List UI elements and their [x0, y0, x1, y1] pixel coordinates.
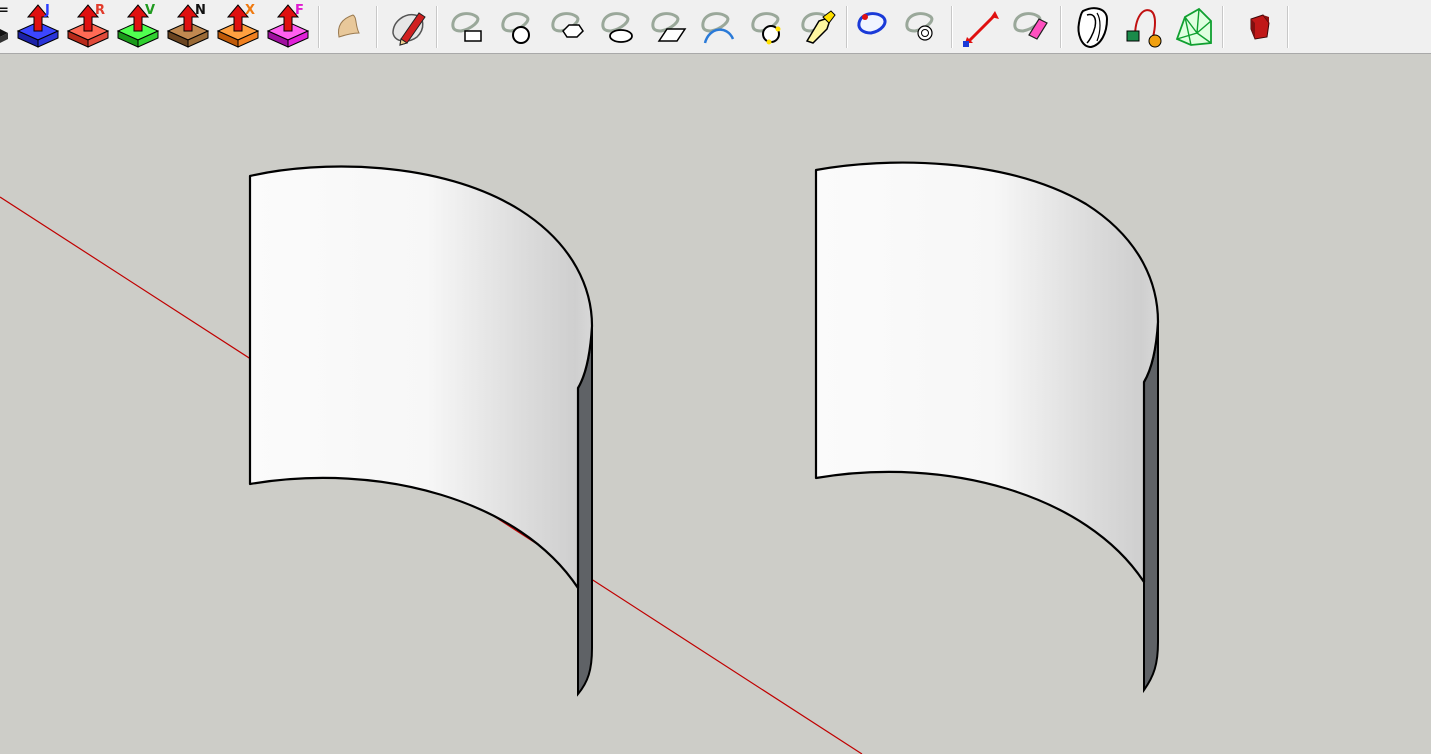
surface-ellipse-button[interactable] [597, 3, 643, 49]
push-pull-r-button[interactable]: R [65, 3, 111, 49]
surface-shape-button[interactable] [327, 3, 373, 49]
surface-left-front-face[interactable] [248, 165, 594, 590]
toolbar-separator [951, 6, 953, 48]
clipped-button-letter: = [0, 3, 9, 18]
mesh-tool-button[interactable] [1171, 3, 1217, 49]
curved-surface-left[interactable] [248, 165, 594, 697]
surface-erase-button[interactable] [1009, 3, 1055, 49]
toolbar-separator [436, 6, 438, 48]
toolbar-separator [846, 6, 848, 48]
toolbar-separator [1287, 6, 1289, 48]
surface-polygon-button[interactable] [547, 3, 593, 49]
scene-canvas[interactable] [0, 55, 1431, 754]
push-pull-j-button[interactable]: J [15, 3, 61, 49]
curved-surface-right[interactable] [814, 161, 1160, 694]
push-pull-n-letter: N [195, 3, 206, 18]
surface-parallelogram-button[interactable] [647, 3, 693, 49]
shape-bender-button[interactable] [1071, 3, 1117, 49]
push-pull-v-letter: V [145, 3, 156, 18]
push-pull-j-letter: J [45, 3, 50, 18]
toolbar-separator [318, 6, 320, 48]
surface-freehand-button[interactable] [797, 3, 843, 49]
toolbar: = J R V N X F [0, 0, 1431, 54]
surface-offset-button[interactable] [851, 3, 897, 49]
push-pull-x-letter: X [245, 3, 256, 18]
surface-scan-button[interactable] [901, 3, 947, 49]
toolbar-separator [1222, 6, 1224, 48]
surface-arc-button[interactable] [697, 3, 743, 49]
push-pull-r-letter: R [95, 3, 106, 18]
push-pull-f-letter: F [295, 3, 304, 18]
push-pull-v-button[interactable]: V [115, 3, 161, 49]
surface-circle-3p-button[interactable] [747, 3, 793, 49]
component-tool-button[interactable] [1239, 3, 1285, 49]
toolbar-separator [1060, 6, 1062, 48]
modeling-viewport[interactable] [0, 55, 1431, 754]
push-pull-n-button[interactable]: N [165, 3, 211, 49]
surface-rectangle-button[interactable] [447, 3, 493, 49]
push-pull-f-button[interactable]: F [265, 3, 311, 49]
surface-right-front-face[interactable] [814, 161, 1160, 584]
surface-stretch-button[interactable] [959, 3, 1005, 49]
clipped-push-tool-button[interactable]: = [0, 3, 10, 49]
surface-circle-button[interactable] [497, 3, 543, 49]
draw-on-surface-button[interactable] [387, 3, 433, 49]
push-pull-x-button[interactable]: X [215, 3, 261, 49]
toolbar-separator [376, 6, 378, 48]
curviloft-button[interactable] [1121, 3, 1167, 49]
